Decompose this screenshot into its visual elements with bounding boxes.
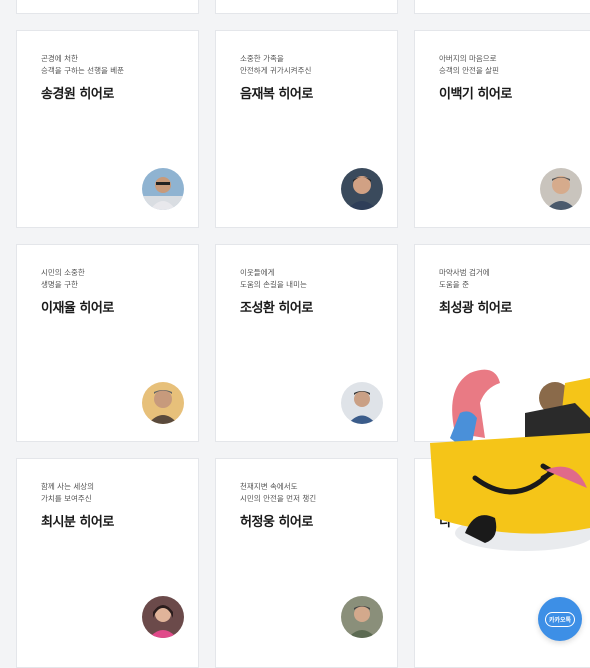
- hero-name: 최성광 히어로: [439, 301, 512, 316]
- hero-description: 이웃들에게 도움의 손길을 내미는: [240, 268, 307, 289]
- hero-card[interactable]: 천재지변 속에서도 시민의 안전을 먼저 챙긴 허정웅 히어로: [215, 458, 398, 668]
- hero-name: 송경원 히어로: [41, 87, 114, 102]
- hero-name: 조성환 히어로: [240, 301, 313, 316]
- hero-card[interactable]: 곤경에 처한 승객을 구하는 선행을 베푼 송경원 히어로: [16, 30, 199, 228]
- hero-description: 마약사범 검거에 도움을 준: [439, 268, 490, 289]
- hero-avatar: [341, 382, 383, 424]
- hero-description: 천재지변 속에서도 시민의 안전을 먼저 챙긴: [240, 482, 317, 503]
- hero-card[interactable]: 소중한 가족을 안전하게 귀가시켜주신 음재복 히어로: [215, 30, 398, 228]
- hero-name: 이백기 히어로: [439, 87, 512, 102]
- hero-name: 음재복 히어로: [240, 87, 313, 102]
- hero-avatar: [142, 382, 184, 424]
- chat-button-label: 카카오톡: [544, 611, 576, 627]
- hero-card[interactable]: 시민의 소중한 생명을 구한 이재율 히어로: [16, 244, 199, 442]
- hero-description: 시민의 소중한 생명을 구한: [41, 268, 85, 289]
- hero-description: 곤경에 처한 승객을 구하는 선행을 베푼: [41, 54, 125, 75]
- hero-avatar: [142, 596, 184, 638]
- hero-card-partial[interactable]: [16, 0, 199, 14]
- hero-description: 소중한 가족을 안전하게 귀가시켜주신: [240, 54, 312, 75]
- hero-name: 이재율 히어로: [41, 301, 114, 316]
- hero-avatar: [142, 168, 184, 210]
- chat-button[interactable]: 카카오톡: [538, 597, 582, 641]
- mascot-illustration: [415, 358, 590, 558]
- hero-avatar: [341, 168, 383, 210]
- hero-card[interactable]: 함께 사는 세상의 가치를 보여주신 최시분 히어로: [16, 458, 199, 668]
- hero-card[interactable]: 아버지의 마음으로 승객의 안전을 살핀 이백기 히어로: [414, 30, 590, 228]
- hero-avatar: [341, 596, 383, 638]
- hero-name: 최시분 히어로: [41, 515, 114, 530]
- hero-card-partial[interactable]: [414, 0, 590, 14]
- hero-card-partial[interactable]: [215, 0, 398, 14]
- hero-avatar: [540, 168, 582, 210]
- hero-description: 아버지의 마음으로 승객의 안전을 살핀: [439, 54, 499, 75]
- hero-card[interactable]: 이웃들에게 도움의 손길을 내미는 조성환 히어로: [215, 244, 398, 442]
- hero-description: 함께 사는 세상의 가치를 보여주신: [41, 482, 95, 503]
- hero-name: 허정웅 히어로: [240, 515, 313, 530]
